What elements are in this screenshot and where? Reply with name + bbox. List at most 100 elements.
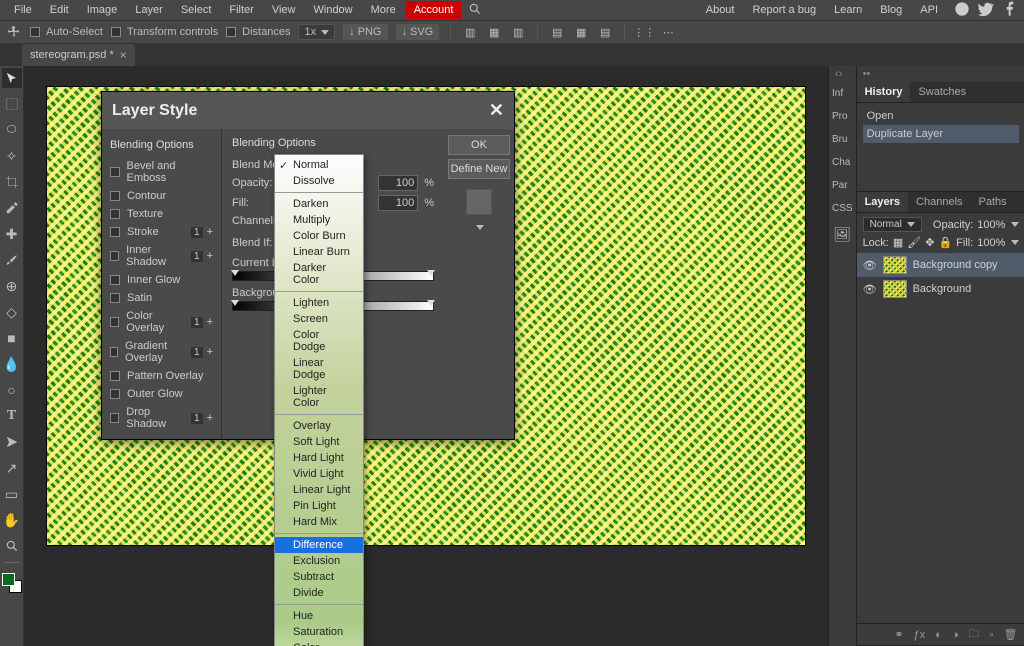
pen-tool[interactable] (2, 432, 22, 452)
blend-mode-option[interactable]: Linear Light (275, 482, 363, 498)
blend-mode-option[interactable]: Normal (275, 157, 363, 173)
align-left-icon[interactable]: ▥ (462, 24, 478, 40)
style-satin[interactable]: Satin (108, 289, 215, 307)
type-tool[interactable]: T (2, 406, 22, 426)
blend-mode-option[interactable]: Lighter Color (275, 383, 363, 411)
tab-paths[interactable]: Paths (971, 192, 1015, 212)
visibility-icon[interactable]: 👁 (863, 283, 877, 296)
blend-mode-option[interactable]: Hard Mix (275, 514, 363, 530)
visibility-icon[interactable]: 👁 (863, 259, 877, 272)
menu-more[interactable]: More (363, 1, 404, 19)
style-drop-shadow[interactable]: Drop Shadow1+ (108, 403, 215, 433)
link-blog[interactable]: Blog (872, 1, 910, 19)
export-svg-button[interactable]: ↓ SVG (396, 24, 440, 40)
blend-mode-option[interactable]: Color (275, 640, 363, 646)
menu-file[interactable]: File (6, 1, 40, 19)
history-item-open[interactable]: Open (863, 107, 1020, 125)
opacity-dropdown-icon[interactable] (1011, 222, 1019, 227)
auto-select-toggle[interactable]: Auto-Select (30, 26, 103, 38)
menu-edit[interactable]: Edit (42, 1, 77, 19)
blur-tool[interactable]: 💧 (2, 354, 22, 374)
link-api[interactable]: API (912, 1, 946, 19)
eyedropper-tool[interactable] (2, 198, 22, 218)
minitab-info[interactable]: Inf (829, 82, 856, 105)
minitab-brush[interactable]: Bru (829, 128, 856, 151)
link-learn[interactable]: Learn (826, 1, 870, 19)
lock-position-icon[interactable]: ✥ (925, 236, 934, 249)
opacity-value[interactable]: 100% (977, 219, 1005, 231)
fill-dropdown-icon[interactable] (1011, 240, 1019, 245)
zoom-tool[interactable] (2, 536, 22, 556)
dodge-tool[interactable]: ○ (2, 380, 22, 400)
adjustment-icon[interactable]: ◑ (952, 629, 959, 641)
hand-tool[interactable]: ✋ (2, 510, 22, 530)
tab-layers[interactable]: Layers (857, 192, 908, 212)
wand-tool[interactable]: ✧ (2, 146, 22, 166)
menu-window[interactable]: Window (306, 1, 361, 19)
blend-mode-option[interactable]: Color Dodge (275, 327, 363, 355)
twitter-icon[interactable] (978, 1, 994, 20)
layer-blend-mode-select[interactable]: Normal (863, 217, 922, 232)
style-contour[interactable]: Contour (108, 187, 215, 205)
layer-thumbnail[interactable] (883, 280, 907, 298)
blend-mode-option[interactable]: Darker Color (275, 260, 363, 288)
link-layers-icon[interactable]: ⚭ (894, 628, 903, 641)
blend-mode-option[interactable]: Lighten (275, 295, 363, 311)
style-gradient-overlay[interactable]: Gradient Overlay1+ (108, 337, 215, 367)
fx-icon[interactable]: ƒx (914, 629, 926, 641)
history-item-duplicate[interactable]: Duplicate Layer (863, 125, 1020, 143)
collapse-handle-icon[interactable]: •• (863, 68, 871, 80)
layer-row[interactable]: 👁 Background (857, 277, 1024, 301)
brush-tool[interactable] (2, 250, 22, 270)
align-top-icon[interactable]: ▤ (549, 24, 565, 40)
crop-tool[interactable] (2, 172, 22, 192)
blend-mode-option[interactable]: Difference (275, 537, 363, 553)
gradient-tool[interactable]: ■ (2, 328, 22, 348)
path-tool[interactable]: ↗ (2, 458, 22, 478)
more-options-icon[interactable]: ⋯ (660, 24, 676, 40)
blend-mode-option[interactable]: Divide (275, 585, 363, 601)
blend-mode-dropdown[interactable]: NormalDissolveDarkenMultiplyColor BurnLi… (274, 154, 364, 646)
blend-mode-option[interactable]: Screen (275, 311, 363, 327)
minitab-css[interactable]: CSS (829, 197, 856, 220)
trash-icon[interactable]: 🗑 (1003, 628, 1017, 641)
distances-toggle[interactable]: Distances (226, 26, 290, 38)
reddit-icon[interactable] (954, 1, 970, 20)
transform-controls-toggle[interactable]: Transform controls (111, 26, 218, 38)
align-center-h-icon[interactable]: ▦ (486, 24, 502, 40)
style-stroke[interactable]: Stroke1+ (108, 223, 215, 241)
menu-filter[interactable]: Filter (221, 1, 261, 19)
distribute-icon[interactable]: ⋮⋮ (636, 24, 652, 40)
lasso-tool[interactable] (2, 120, 22, 140)
blend-mode-option[interactable]: Vivid Light (275, 466, 363, 482)
blend-mode-option[interactable]: Linear Burn (275, 244, 363, 260)
align-right-icon[interactable]: ▥ (510, 24, 526, 40)
blend-mode-option[interactable]: Multiply (275, 212, 363, 228)
blend-mode-option[interactable]: Saturation (275, 624, 363, 640)
menu-layer[interactable]: Layer (127, 1, 171, 19)
tab-channels[interactable]: Channels (908, 192, 970, 212)
close-dialog-icon[interactable]: ✕ (489, 100, 504, 121)
eraser-tool[interactable]: ◇ (2, 302, 22, 322)
blend-mode-option[interactable]: Color Burn (275, 228, 363, 244)
blend-mode-option[interactable]: Overlay (275, 418, 363, 434)
blend-mode-option[interactable]: Pin Light (275, 498, 363, 514)
link-report-bug[interactable]: Report a bug (744, 1, 824, 19)
close-tab-icon[interactable]: × (120, 48, 127, 62)
lock-all-icon[interactable]: 🔒 (938, 236, 952, 249)
export-png-button[interactable]: ↓ PNG (343, 24, 387, 40)
blend-mode-option[interactable]: Exclusion (275, 553, 363, 569)
link-about[interactable]: About (698, 1, 743, 19)
fill-value[interactable]: 100% (977, 237, 1005, 249)
style-texture[interactable]: Texture (108, 205, 215, 223)
folder-icon[interactable]: 🗀 (969, 625, 980, 644)
blend-mode-option[interactable]: Dissolve (275, 173, 363, 189)
minitab-paragraph[interactable]: Par (829, 174, 856, 197)
style-inner-shadow[interactable]: Inner Shadow1+ (108, 241, 215, 271)
style-pattern-overlay[interactable]: Pattern Overlay (108, 367, 215, 385)
minitab-character[interactable]: Cha (829, 151, 856, 174)
blend-mode-option[interactable]: Hard Light (275, 450, 363, 466)
search-icon[interactable] (463, 2, 487, 19)
marquee-tool[interactable] (2, 94, 22, 114)
blend-mode-option[interactable]: Linear Dodge (275, 355, 363, 383)
